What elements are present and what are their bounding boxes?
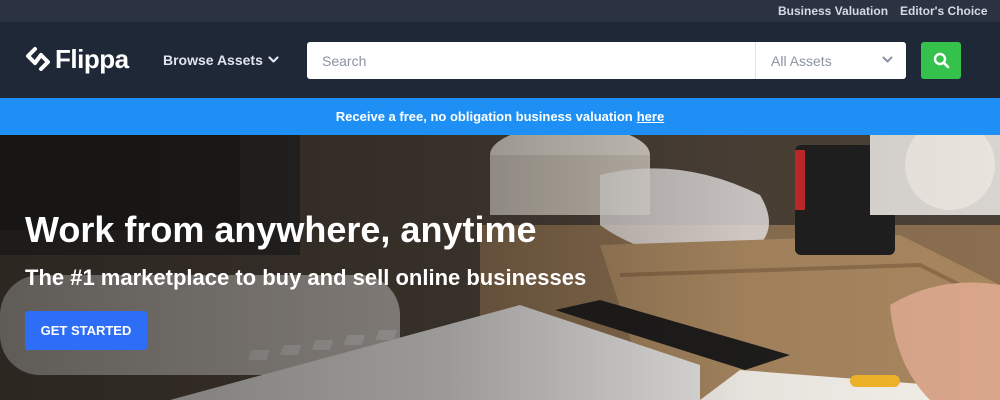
search-input[interactable]	[307, 42, 755, 79]
search-button[interactable]	[921, 42, 961, 79]
hero-title: Work from anywhere, anytime	[25, 209, 537, 250]
logo[interactable]: Flippa	[25, 44, 129, 74]
promo-text: Receive a free, no obligation business v…	[335, 109, 633, 124]
browse-assets-label: Browse Assets	[163, 52, 263, 68]
browse-assets-menu[interactable]: Browse Assets	[163, 52, 279, 68]
search-bar: All Assets	[307, 42, 906, 79]
asset-category-select[interactable]: All Assets	[755, 42, 906, 79]
chevron-down-icon	[268, 56, 279, 63]
search-icon	[933, 52, 949, 69]
promo-banner: Receive a free, no obligation business v…	[0, 98, 1000, 135]
business-valuation-link[interactable]: Business Valuation	[778, 4, 888, 18]
promo-valuation-link[interactable]: here	[637, 109, 664, 124]
top-utility-bar: Business Valuation Editor's Choice	[0, 0, 1000, 22]
hero-subtitle: The #1 marketplace to buy and sell onlin…	[25, 265, 587, 290]
hero-section: Work from anywhere, anytime The #1 marke…	[0, 135, 1000, 400]
flippa-logo-icon	[25, 46, 51, 72]
logo-wordmark: Flippa	[55, 43, 129, 74]
chevron-down-icon	[882, 56, 893, 63]
editors-choice-link[interactable]: Editor's Choice	[900, 4, 988, 18]
asset-category-value: All Assets	[771, 52, 832, 69]
main-nav: Flippa Browse Assets All Assets	[0, 22, 1000, 98]
get-started-button[interactable]: GET STARTED	[25, 311, 147, 350]
